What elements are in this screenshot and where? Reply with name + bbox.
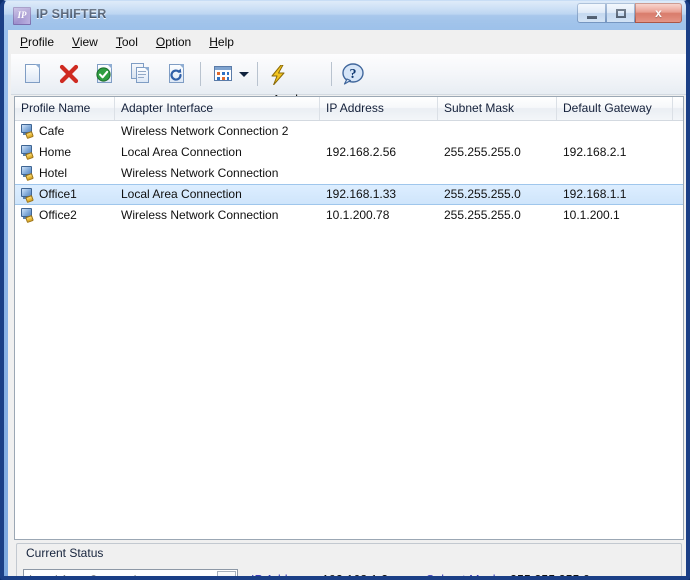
copy-profile-button[interactable] (125, 59, 157, 89)
document-refresh-icon (161, 59, 193, 89)
cell-mask: 255.255.255.0 (444, 208, 521, 222)
cell-ip: 192.168.1.33 (326, 187, 397, 201)
profile-list-rows: Cafe Wireless Network Connection 2 Home Loc… (15, 121, 683, 226)
menu-tool[interactable]: Tool (107, 32, 147, 52)
profile-list[interactable]: Profile Name Adapter Interface IP Addres… (14, 96, 684, 540)
delete-profile-button[interactable] (53, 59, 85, 89)
status-ip-label: IP Address: (251, 573, 315, 580)
svg-text:?: ? (350, 67, 357, 82)
cell-adapter: Wireless Network Connection (121, 208, 279, 222)
client-area: Profile View Tool Option Help ? Profile … (8, 30, 686, 580)
column-header-filler (673, 97, 683, 120)
cell-adapter: Wireless Network Connection 2 (121, 124, 289, 138)
cell-ip: 192.168.2.56 (326, 145, 397, 159)
app-icon: IP (13, 7, 31, 25)
cell-ip: 10.1.200.78 (326, 208, 390, 222)
profile-computer-icon (20, 188, 35, 204)
delete-x-icon (59, 64, 79, 84)
profile-computer-icon (20, 124, 35, 140)
cell-gateway: 192.168.2.1 (563, 145, 627, 159)
table-row[interactable]: Home Local Area Connection 192.168.2.56 255… (15, 142, 683, 163)
new-profile-button[interactable] (17, 59, 49, 89)
menu-help[interactable]: Help (200, 32, 243, 52)
adapter-select[interactable]: Local Area Connection (23, 569, 238, 580)
title-bar[interactable]: IP IP SHIFTER x (4, 1, 686, 30)
document-check-icon (89, 59, 121, 89)
minimize-button[interactable] (577, 3, 606, 23)
maximize-button[interactable] (606, 3, 635, 23)
menu-bar: Profile View Tool Option Help (11, 32, 686, 54)
question-mark-icon: ? (342, 63, 364, 85)
close-icon: x (655, 6, 662, 20)
application-window: IP IP SHIFTER x Profile View Tool Option Hel… (0, 0, 690, 580)
profile-computer-icon (20, 145, 35, 161)
apply-profile-button[interactable] (89, 59, 121, 89)
help-button[interactable]: ? (337, 59, 369, 89)
status-mask-value: 255.255.255.0 (510, 573, 590, 580)
table-row[interactable]: Office2 Wireless Network Connection 10.1.2… (15, 205, 683, 226)
minimize-icon (587, 16, 597, 19)
cell-profile: Cafe (39, 124, 65, 138)
toolbar-separator-1 (200, 62, 201, 86)
cell-gateway: 192.168.1.1 (563, 187, 627, 201)
cell-adapter: Wireless Network Connection (121, 166, 279, 180)
profile-list-header: Profile Name Adapter Interface IP Addres… (15, 97, 683, 121)
refresh-profile-button[interactable] (161, 59, 193, 89)
current-status-label: Current Status (22, 546, 108, 560)
cell-mask: 255.255.255.0 (444, 145, 521, 159)
column-header-subnet-mask[interactable]: Subnet Mask (438, 97, 557, 120)
window-title: IP SHIFTER (36, 7, 107, 21)
maximize-icon (616, 9, 626, 18)
table-row[interactable]: Office1 Local Area Connection 192.168.1.33… (15, 184, 683, 205)
column-header-ip-address[interactable]: IP Address (320, 97, 438, 120)
more-details-button[interactable]: ... (646, 574, 660, 576)
apply-button[interactable] (245, 59, 329, 89)
cell-gateway: 10.1.200.1 (563, 208, 620, 222)
cell-profile: Office1 (39, 187, 77, 201)
chevron-down-icon[interactable] (217, 571, 236, 576)
copy-documents-icon (125, 59, 157, 89)
toolbar-separator-3 (331, 62, 332, 86)
close-button[interactable]: x (635, 3, 682, 23)
cell-profile: Hotel (39, 166, 68, 180)
column-header-profile-name[interactable]: Profile Name (15, 97, 115, 120)
table-row[interactable]: Hotel Wireless Network Connection (15, 163, 683, 184)
cell-adapter: Local Area Connection (121, 187, 242, 201)
profile-computer-icon (20, 166, 35, 182)
cell-mask: 255.255.255.0 (444, 187, 521, 201)
cell-adapter: Local Area Connection (121, 145, 242, 159)
menu-profile[interactable]: Profile (11, 32, 63, 52)
status-mask-label: Subnet Mask: (426, 573, 503, 580)
adapter-select-value: Local Area Connection (29, 573, 150, 580)
profile-computer-icon (20, 208, 35, 224)
column-header-adapter-interface[interactable]: Adapter Interface (115, 97, 320, 120)
status-ip-value: 192.168.1.2 (322, 573, 389, 580)
menu-view[interactable]: View (63, 32, 107, 52)
column-header-default-gateway[interactable]: Default Gateway (557, 97, 673, 120)
cell-profile: Office2 (39, 208, 77, 222)
new-document-icon (17, 59, 49, 89)
table-row[interactable]: Cafe Wireless Network Connection 2 (15, 121, 683, 142)
cell-profile: Home (39, 145, 72, 159)
menu-option[interactable]: Option (147, 32, 200, 52)
lightning-bolt-icon (271, 65, 285, 85)
toolbar: ? (11, 54, 686, 95)
